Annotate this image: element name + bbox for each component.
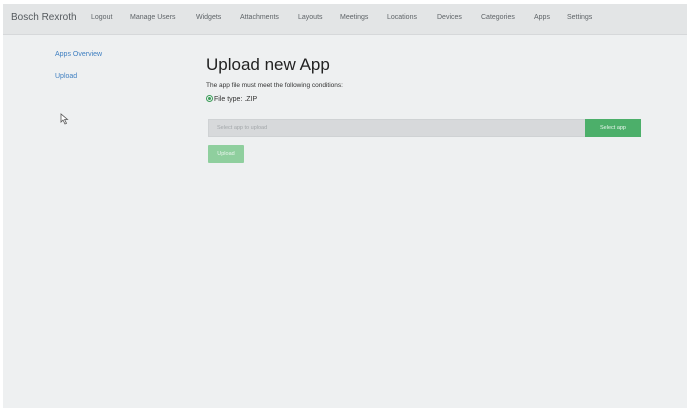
nav-locations[interactable]: Locations (387, 14, 417, 21)
nav-apps[interactable]: Apps (534, 14, 550, 21)
nav-logout[interactable]: Logout (91, 14, 112, 21)
conditions-text: The app file must meet the following con… (206, 82, 343, 89)
app-window: Bosch Rexroth Logout Manage Users Widget… (3, 4, 687, 408)
nav-layouts[interactable]: Layouts (298, 14, 323, 21)
check-circle-icon (206, 95, 213, 102)
mouse-pointer-icon (60, 113, 69, 125)
upload-button[interactable]: Upload (208, 145, 244, 163)
nav-manage-users[interactable]: Manage Users (130, 14, 176, 21)
nav-widgets[interactable]: Widgets (196, 14, 221, 21)
nav-devices[interactable]: Devices (437, 14, 462, 21)
nav-attachments[interactable]: Attachments (240, 14, 279, 21)
file-type-condition: File type: .ZIP (206, 95, 257, 103)
sidebar-item-apps-overview[interactable]: Apps Overview (55, 51, 102, 58)
sidebar-item-upload[interactable]: Upload (55, 73, 77, 80)
page-title: Upload new App (206, 55, 330, 74)
nav-categories[interactable]: Categories (481, 14, 515, 21)
top-navbar: Bosch Rexroth Logout Manage Users Widget… (3, 4, 687, 35)
file-path-input[interactable]: Select app to upload (208, 119, 588, 137)
nav-meetings[interactable]: Meetings (340, 14, 368, 21)
file-type-label: File type: .ZIP (214, 96, 258, 103)
brand-logo[interactable]: Bosch Rexroth (11, 12, 77, 23)
nav-settings[interactable]: Settings (567, 14, 592, 21)
select-app-button[interactable]: Select app (585, 119, 641, 137)
